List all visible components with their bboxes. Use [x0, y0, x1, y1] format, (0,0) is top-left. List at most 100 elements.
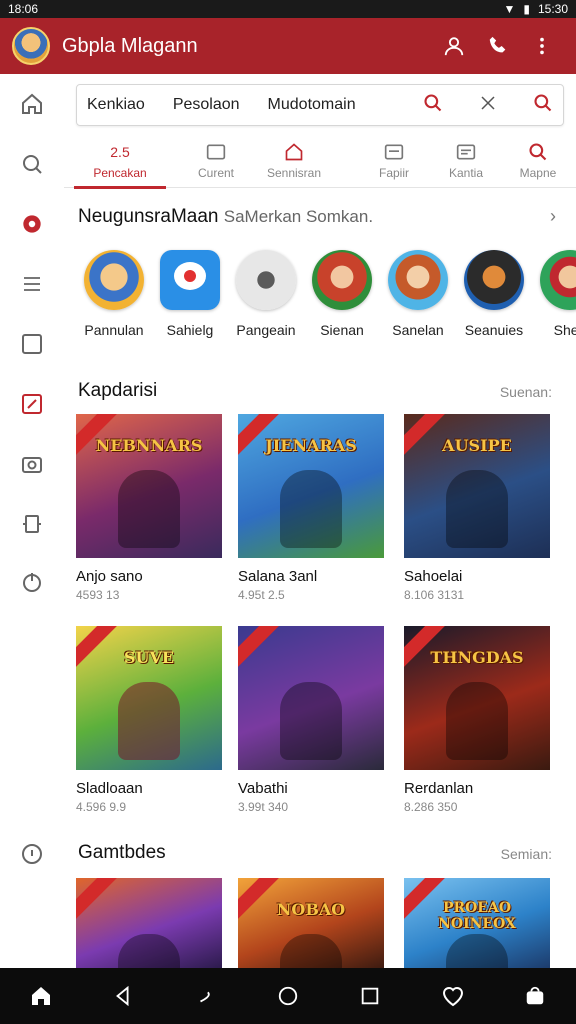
gesture-icon[interactable] — [186, 976, 226, 1016]
game-name: Anjo sano — [76, 568, 143, 585]
app-item[interactable]: Pannulan — [76, 250, 152, 338]
game-thumbnail — [238, 626, 384, 770]
app-item[interactable]: Sienan — [304, 250, 380, 338]
edit-icon[interactable] — [18, 390, 46, 418]
back-icon[interactable] — [103, 976, 143, 1016]
search-bar[interactable]: Kenkiao Pesolaon Mudotomain — [76, 84, 564, 126]
game-card[interactable]: Vabathi 3.99t 340 — [238, 626, 384, 814]
app-icon — [160, 250, 220, 310]
game-card[interactable]: THNGDAS Rerdanlan 8.286 350 — [404, 626, 550, 814]
more-vert-icon[interactable] — [520, 24, 564, 68]
app-name: Pangeain — [236, 322, 296, 338]
phone-icon[interactable] — [476, 24, 520, 68]
search-icon[interactable] — [533, 93, 553, 118]
home-icon[interactable] — [18, 90, 46, 118]
game-banner: SUVE — [123, 648, 175, 667]
tab-sennisran[interactable]: Sennisran — [248, 134, 340, 188]
search-icon[interactable] — [18, 150, 46, 178]
search-icon — [492, 140, 576, 164]
circle-icon[interactable] — [268, 976, 308, 1016]
game-meta: 4593 13 — [76, 588, 120, 602]
search-query-1[interactable]: Kenkiao — [87, 96, 145, 114]
close-icon[interactable] — [479, 94, 497, 117]
game-card[interactable]: NOBAO — [238, 878, 384, 970]
camera-icon[interactable] — [18, 450, 46, 478]
app-icon — [84, 250, 144, 310]
home-icon[interactable] — [21, 976, 61, 1016]
game-name: Sahoelai — [404, 568, 463, 585]
status-time: 18:06 — [8, 2, 39, 16]
game-card[interactable] — [76, 878, 222, 970]
search-query-2[interactable]: Pesolaon — [173, 96, 240, 114]
search-query-3[interactable]: Mudotomain — [268, 96, 356, 114]
tab-label: Sennisran — [266, 166, 322, 180]
game-card[interactable]: PROEAO NOINEOX — [404, 878, 550, 970]
avatar[interactable] — [12, 27, 50, 65]
app-item[interactable]: Seanuies — [456, 250, 532, 338]
tab-label: Mapne — [519, 166, 557, 180]
main-content: Kenkiao Pesolaon Mudotomain 2.5 Pencakan… — [64, 74, 576, 970]
app-name: Seanuies — [464, 322, 524, 338]
system-navbar — [0, 968, 576, 1024]
section-title: Kapdarisi — [78, 380, 158, 401]
hero-figure — [280, 934, 342, 970]
see-more-link[interactable]: Suenan: — [500, 384, 552, 400]
game-banner: NEBNNARS — [95, 436, 203, 455]
app-icon — [388, 250, 448, 310]
tray-icon[interactable] — [18, 510, 46, 538]
app-icon — [236, 250, 296, 310]
game-card[interactable]: SUVE Sladloaan 4.596 9.9 — [76, 626, 222, 814]
game-banner: JIENARAS — [265, 436, 357, 455]
app-item[interactable]: Sanelan — [380, 250, 456, 338]
app-row: Pannulan Sahielg Pangeain Sienan Sanelan… — [76, 250, 576, 360]
game-banner: THNGDAS — [430, 648, 524, 667]
section-title: NeugunsraMaan SaMerkan Somkan. — [78, 206, 373, 228]
settings-icon[interactable] — [18, 210, 46, 238]
search-icon[interactable] — [423, 93, 443, 118]
app-title: Gbpla Mlagann — [62, 34, 198, 57]
wifi-icon: ▼ — [503, 2, 516, 16]
heart-icon[interactable] — [433, 976, 473, 1016]
app-name: Sahielg — [166, 322, 214, 338]
tab-mapne[interactable]: Mapne — [492, 134, 576, 188]
game-thumbnail: NEBNNARS — [76, 414, 222, 558]
game-name: Salana 3anl — [238, 568, 318, 585]
tab-pencakan[interactable]: 2.5 Pencakan — [74, 134, 166, 189]
app-item[interactable]: Pangeain — [228, 250, 304, 338]
see-more-link[interactable]: Semian: — [501, 846, 552, 862]
power-icon[interactable] — [18, 568, 46, 596]
status-clock: 15:30 — [537, 2, 568, 16]
app-name: Shen — [553, 322, 576, 338]
square-icon[interactable] — [350, 976, 390, 1016]
game-name: Sladloaan — [76, 780, 143, 797]
user-icon[interactable] — [432, 24, 476, 68]
ribbon — [238, 626, 282, 669]
game-card[interactable]: NEBNNARS Anjo sano 4593 13 — [76, 414, 222, 602]
info-icon[interactable] — [18, 840, 46, 868]
chevron-right-icon[interactable]: › — [550, 206, 556, 227]
app-icon — [464, 250, 524, 310]
app-name: Sienan — [320, 322, 364, 338]
ribbon — [76, 878, 120, 921]
app-item[interactable]: Shen — [532, 250, 576, 338]
bag-icon[interactable] — [515, 976, 555, 1016]
game-meta: 8.106 3131 — [404, 588, 465, 602]
square-icon[interactable] — [18, 330, 46, 358]
game-meta: 4.596 9.9 — [76, 800, 127, 814]
house-icon — [248, 140, 340, 164]
tab-label: Pencakan — [93, 166, 147, 180]
game-banner: NOBAO — [276, 900, 346, 919]
game-thumbnail: AUSIPE — [404, 414, 550, 558]
hero-figure — [446, 470, 508, 548]
game-card[interactable]: JIENARAS Salana 3anl 4.95t 2.5 — [238, 414, 384, 602]
hero-figure — [118, 682, 180, 760]
app-item[interactable]: Sahielg — [152, 250, 228, 338]
section-title-text: NeugunsraMaan — [78, 206, 219, 227]
game-thumbnail: PROEAO NOINEOX — [404, 878, 550, 970]
hero-figure — [118, 934, 180, 970]
app-icon — [312, 250, 372, 310]
app-icon — [540, 250, 576, 310]
list-icon[interactable] — [18, 270, 46, 298]
game-thumbnail: SUVE — [76, 626, 222, 770]
game-card[interactable]: AUSIPE Sahoelai 8.106 3131 — [404, 414, 550, 602]
